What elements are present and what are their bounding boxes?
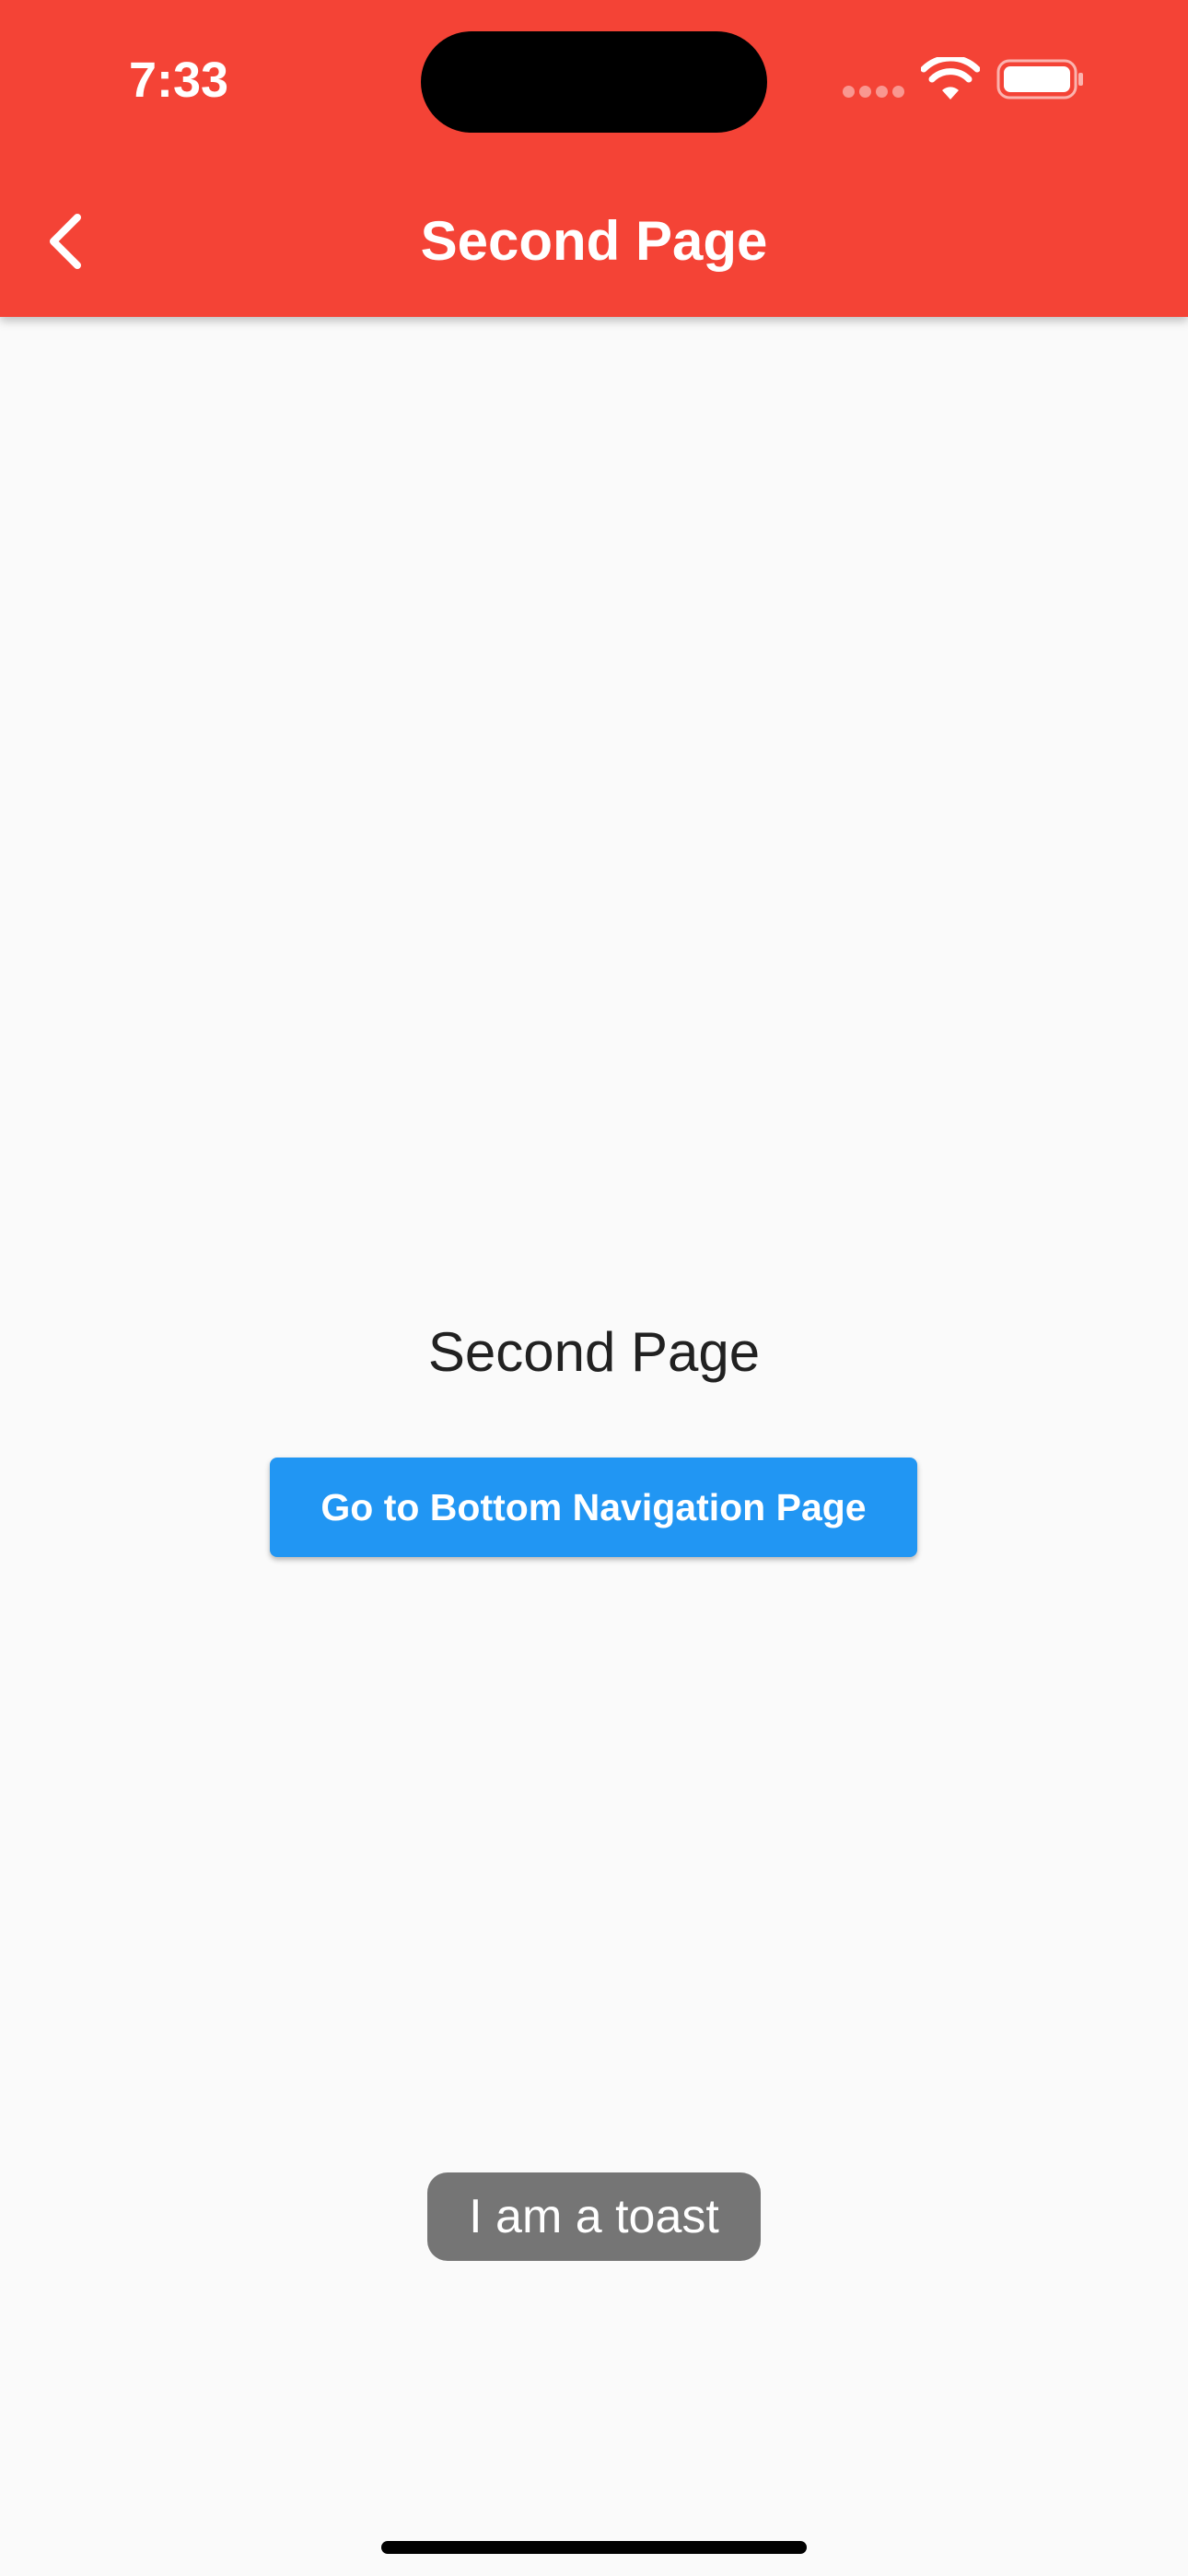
- go-to-bottom-navigation-button[interactable]: Go to Bottom Navigation Page: [270, 1458, 917, 1557]
- cellular-signal-icon: [843, 86, 905, 99]
- home-indicator[interactable]: [381, 2541, 807, 2554]
- page-title: Second Page: [420, 210, 768, 272]
- app-bar: 7:33 Second Page: [0, 0, 1188, 317]
- wifi-icon: [921, 57, 980, 100]
- status-time: 7:33: [129, 53, 229, 108]
- dynamic-island: [421, 31, 767, 133]
- screen: 7:33 Second Page Second Page Go to Botto…: [0, 0, 1188, 2576]
- body-heading: Second Page: [427, 1321, 761, 1383]
- toast-message: I am a toast: [427, 2172, 761, 2261]
- battery-full-icon: [996, 59, 1083, 100]
